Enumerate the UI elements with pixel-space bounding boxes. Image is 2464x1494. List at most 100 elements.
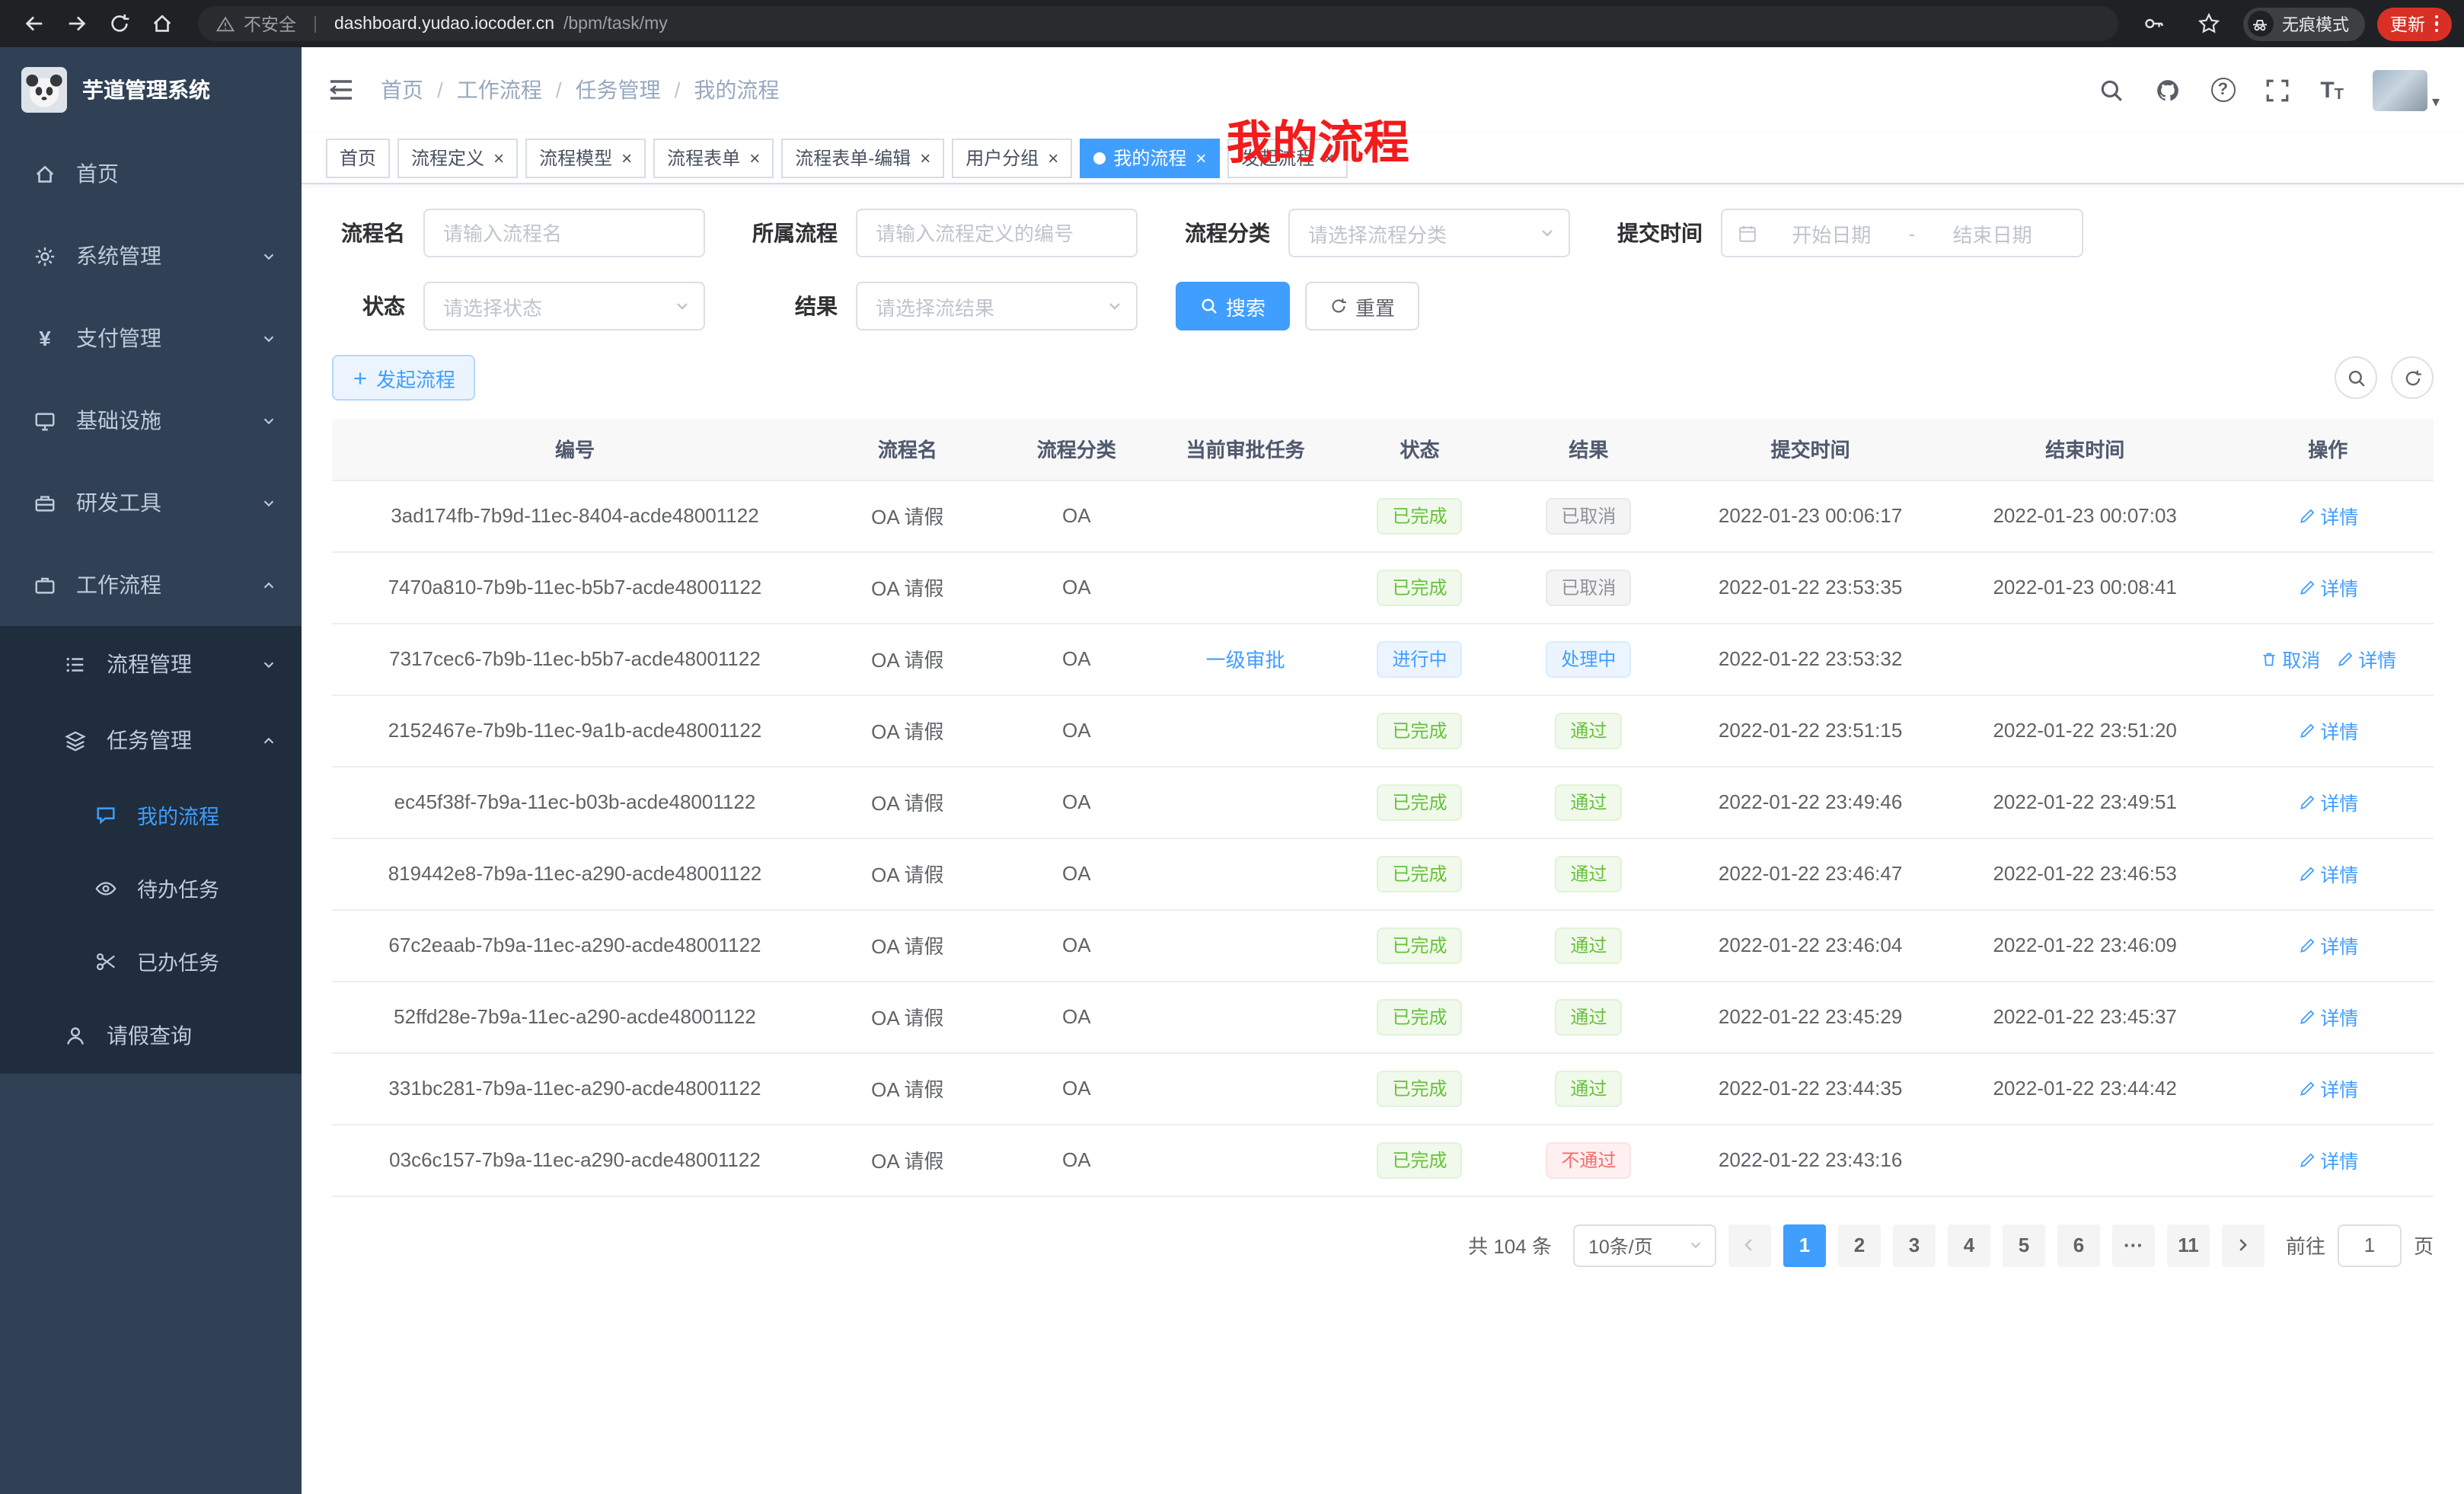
table-toolbar: 发起流程 [332,355,2434,401]
search-button[interactable]: 搜索 [1176,282,1290,330]
sidebar-item-done-tasks[interactable]: 已办任务 [0,924,302,998]
monitor-icon [34,409,56,432]
sidebar-item-task-management[interactable]: 任务管理 [0,702,302,778]
tab-process-model[interactable]: 流程模型× [525,138,646,177]
app-logo-row[interactable]: 芋道管理系统 [0,47,302,132]
cell-submit-time: 2022-01-22 23:49:46 [1673,766,1948,838]
sidebar-item-label: 研发工具 [76,487,161,518]
dashboard-icon [34,162,56,185]
table-search-button[interactable] [2335,356,2377,399]
cell-name: OA 请假 [818,766,997,838]
detail-link[interactable]: 详情 [2297,859,2358,888]
page-button[interactable]: 2 [1838,1224,1881,1266]
sidebar-item-devtools[interactable]: 研发工具 [0,461,302,544]
page-button[interactable]: 5 [2003,1224,2045,1266]
next-page-button[interactable] [2222,1224,2265,1266]
top-navbar: 首页 / 工作流程 / 任务管理 / 我的流程 ? TT ▾ [302,47,2464,132]
close-icon[interactable]: × [920,147,930,168]
cell-current-task [1156,480,1336,551]
sidebar-item-workflow[interactable]: 工作流程 [0,544,302,626]
breadcrumb-item[interactable]: 任务管理 [576,75,661,105]
table-refresh-button[interactable] [2391,356,2434,399]
edit-icon [2297,1079,2316,1097]
sidebar-item-leave-query[interactable]: 请假查询 [0,998,302,1074]
process-definition-input[interactable] [856,209,1138,257]
prev-page-button[interactable] [1728,1224,1771,1266]
home-browser-icon[interactable] [140,4,183,43]
tab-home[interactable]: 首页 [326,138,390,177]
detail-link[interactable]: 详情 [2335,644,2396,673]
sidebar-item-system[interactable]: 系统管理 [0,215,302,297]
browser-menu-icon[interactable] [2434,15,2438,33]
create-process-button[interactable]: 发起流程 [332,355,475,401]
tab-process-form-edit[interactable]: 流程表单-编辑× [781,138,944,177]
submit-time-range-picker[interactable]: 开始日期 - 结束日期 [1721,209,2083,257]
reload-icon[interactable] [97,4,140,43]
reset-button[interactable]: 重置 [1305,282,1419,330]
yen-icon: ¥ [34,327,56,350]
close-icon[interactable]: × [621,147,632,168]
close-icon[interactable]: × [1048,147,1058,168]
status-select[interactable]: 请选择状态 [423,282,705,330]
search-icon[interactable] [2098,76,2125,104]
page-button[interactable]: 1 [1783,1224,1826,1266]
sidebar-item-home[interactable]: 首页 [0,132,302,215]
github-icon[interactable] [2154,76,2182,104]
goto-label: 前往 [2286,1231,2325,1259]
sidebar-item-my-process[interactable]: 我的流程 [0,778,302,851]
close-icon[interactable]: × [749,147,760,168]
detail-link[interactable]: 详情 [2297,501,2358,530]
cell-end-time: 2022-01-22 23:45:37 [1948,981,2223,1052]
detail-link[interactable]: 详情 [2297,931,2358,959]
navbar-actions: ? TT ▾ [2098,69,2440,110]
close-icon[interactable]: × [493,147,504,168]
cancel-link[interactable]: 取消 [2259,644,2320,673]
font-size-icon[interactable]: TT [2320,77,2344,103]
sidebar-item-todo-tasks[interactable]: 待办任务 [0,851,302,924]
back-icon[interactable] [12,4,55,43]
detail-link[interactable]: 详情 [2297,787,2358,816]
browser-chrome: 不安全 | dashboard.yudao.iocoder.cn/bpm/tas… [0,0,2464,47]
tab-start-process[interactable]: 发起流程× [1227,138,1348,177]
sidebar-nav: 首页 系统管理 ¥ 支付管理 基础设施 [0,132,302,1074]
page-button[interactable]: 6 [2057,1224,2100,1266]
detail-link[interactable]: 详情 [2297,1002,2358,1031]
page-button[interactable]: 3 [1893,1224,1936,1266]
sidebar-item-infrastructure[interactable]: 基础设施 [0,379,302,461]
tab-process-definition[interactable]: 流程定义× [397,138,518,177]
page-size-select[interactable]: 10条/页 [1573,1224,1716,1266]
forward-icon[interactable] [55,4,97,43]
category-select[interactable]: 请选择流程分类 [1288,209,1570,257]
detail-link[interactable]: 详情 [2297,573,2358,602]
page-button[interactable]: 11 [2167,1224,2210,1266]
more-pages-button[interactable]: ··· [2112,1224,2155,1266]
current-task-link[interactable]: 一级审批 [1206,649,1285,672]
avatar[interactable] [2373,69,2427,110]
detail-link[interactable]: 详情 [2297,716,2358,745]
breadcrumb-item[interactable]: 我的流程 [694,75,779,105]
close-icon[interactable]: × [1323,147,1334,168]
password-key-icon[interactable] [2133,4,2175,43]
result-select[interactable]: 请选择流结果 [856,282,1138,330]
detail-link[interactable]: 详情 [2297,1145,2358,1174]
tab-user-group[interactable]: 用户分组× [952,138,1072,177]
bookmark-star-icon[interactable] [2188,4,2230,43]
sidebar-item-payment[interactable]: ¥ 支付管理 [0,297,302,379]
help-icon[interactable]: ? [2210,78,2235,102]
user-menu[interactable]: ▾ [2373,69,2440,110]
process-name-input[interactable] [423,209,705,257]
cell-id: 52ffd28e-7b9a-11ec-a290-acde48001122 [332,981,818,1052]
tab-my-process[interactable]: 我的流程× [1080,138,1220,177]
breadcrumb-item[interactable]: 工作流程 [457,75,542,105]
tab-process-form[interactable]: 流程表单× [653,138,774,177]
goto-page-input[interactable] [2338,1224,2402,1266]
address-bar[interactable]: 不安全 | dashboard.yudao.iocoder.cn/bpm/tas… [198,6,2118,41]
close-icon[interactable]: × [1195,147,1206,168]
breadcrumb-item[interactable]: 首页 [381,75,423,105]
detail-link[interactable]: 详情 [2297,1074,2358,1103]
update-button[interactable]: 更新 [2376,7,2452,40]
sidebar-item-process-management[interactable]: 流程管理 [0,626,302,702]
collapse-sidebar-icon[interactable] [326,75,356,105]
fullscreen-icon[interactable] [2264,76,2291,104]
page-button[interactable]: 4 [1948,1224,1990,1266]
